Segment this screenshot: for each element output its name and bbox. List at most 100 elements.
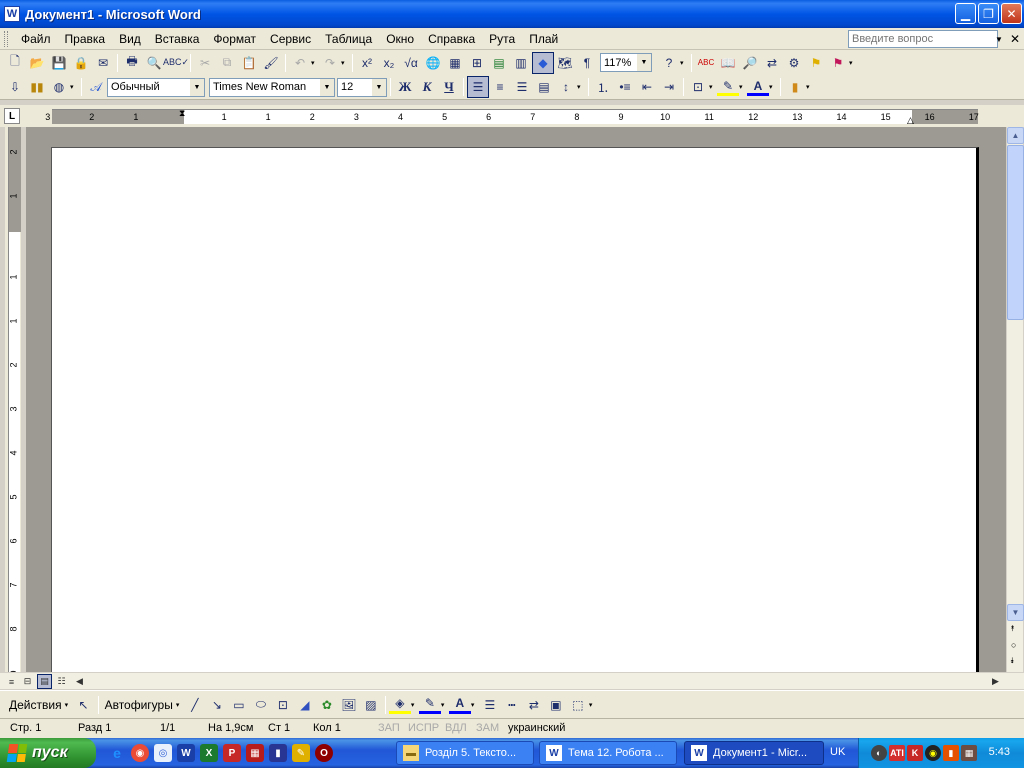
menu-insert[interactable]: Вставка (148, 30, 207, 48)
subscript-icon[interactable]: x₂ (378, 52, 400, 74)
document-page[interactable] (51, 147, 979, 672)
numbering-icon[interactable]: ⒈ (592, 76, 614, 98)
insert-excel-icon[interactable]: ▤ (488, 52, 510, 74)
status-record[interactable]: ЗАП (378, 722, 400, 734)
undo-icon[interactable]: ↶ (289, 52, 311, 74)
menu-ruta[interactable]: Рута (482, 30, 522, 48)
wordart-icon[interactable]: ▮ (784, 76, 806, 98)
styles-pane-icon[interactable]: 𝒜 (85, 76, 107, 98)
scroll-up-icon[interactable]: ▲ (1007, 127, 1024, 144)
find-icon[interactable]: 🔎 (739, 52, 761, 74)
vertical-scroll-thumb[interactable] (1007, 145, 1024, 320)
research-icon[interactable]: 📖 (717, 52, 739, 74)
menu-file[interactable]: Файл (14, 30, 58, 48)
vertical-ruler[interactable]: 211123456789 (5, 127, 21, 676)
document-map-icon[interactable]: 🗺 (554, 52, 576, 74)
shadow-style-icon[interactable]: ▣ (545, 694, 567, 716)
save-icon[interactable]: 💾 (48, 52, 70, 74)
font-color-icon[interactable]: A (747, 78, 769, 96)
text-box-icon[interactable]: ⊡ (272, 694, 294, 716)
print-layout-icon[interactable]: ▤ (37, 674, 52, 689)
menu-grip[interactable] (4, 30, 8, 47)
web-dropdown-icon[interactable]: ▾ (70, 83, 78, 91)
select-objects-icon[interactable]: ↖ (73, 694, 95, 716)
actions-menu[interactable]: Действия (6, 698, 65, 712)
redo-icon[interactable]: ↷ (319, 52, 341, 74)
redo-dropdown-icon[interactable]: ▾ (341, 59, 349, 67)
ie-icon[interactable]: e (108, 744, 126, 762)
align-center-icon[interactable]: ≡ (489, 76, 511, 98)
horizontal-ruler[interactable]: 3 2 1 1 1 2 3 4 5 6 7 8 9 10 11 12 13 14 15 16 17 ⧗ △ (45, 108, 979, 126)
scroll-down-icon[interactable]: ▼ (1007, 604, 1024, 621)
line-icon[interactable]: ╱ (184, 694, 206, 716)
chrome-icon[interactable]: ◉ (131, 744, 149, 762)
scroll-left-icon[interactable]: ◀ (72, 674, 87, 689)
bold-button[interactable]: Ж (394, 76, 416, 98)
translate-icon[interactable]: ⇄ (761, 52, 783, 74)
underline-button[interactable]: Ч (438, 76, 460, 98)
decrease-indent-icon[interactable]: ⇤ (636, 76, 658, 98)
next-page-icon[interactable]: ⯯ (1010, 656, 1015, 666)
minimize-button[interactable]: ▁ (955, 3, 976, 24)
spelling-icon[interactable]: ABC✓ (163, 52, 189, 74)
right-indent-marker-icon[interactable]: △ (907, 115, 914, 126)
actions-dropdown-icon[interactable]: ▾ (65, 701, 73, 709)
menu-help[interactable]: Справка (421, 30, 482, 48)
font-dropdown-icon[interactable]: ▼ (320, 78, 334, 96)
hyperlink-icon[interactable]: 🌐 (422, 52, 444, 74)
line-color-dropdown-icon[interactable]: ▾ (441, 701, 449, 709)
bullets-icon[interactable]: •≡ (614, 76, 636, 98)
ask-dropdown-icon[interactable]: ▼ (992, 30, 1006, 48)
fill-color-icon[interactable]: ◈ (388, 696, 411, 714)
font-size-dropdown-icon[interactable]: ▼ (372, 78, 386, 96)
close-button[interactable]: ✕ (1001, 3, 1022, 24)
menu-view[interactable]: Вид (112, 30, 148, 48)
paste-icon[interactable]: 📋 (238, 52, 260, 74)
new-document-icon[interactable]: 🗋 (4, 52, 26, 74)
font-combo[interactable]: Times New Roman ▼ (209, 77, 335, 97)
maximize-button[interactable]: ❐ (978, 3, 999, 24)
menu-format[interactable]: Формат (206, 30, 263, 48)
antivirus-icon[interactable]: K (907, 745, 923, 761)
clip-art-icon[interactable]: 🖼 (338, 694, 360, 716)
highlight-dropdown-icon[interactable]: ▾ (739, 83, 747, 91)
zoom-combo[interactable]: 117% ▼ (600, 53, 652, 72)
draw-font-color-icon[interactable]: A (448, 696, 471, 714)
scroll-right-icon[interactable]: ▶ (988, 674, 1003, 689)
media-quick-icon[interactable]: ▦ (246, 744, 264, 762)
tool-quick-icon[interactable]: ✎ (292, 744, 310, 762)
word-app-icon[interactable]: W (4, 6, 20, 22)
flag-ua-icon[interactable]: ⚑ (805, 52, 827, 74)
show-hide-icon[interactable]: ¶ (576, 52, 598, 74)
align-left-icon[interactable]: ☰ (467, 76, 489, 98)
opera-quick-icon[interactable]: O (315, 744, 333, 762)
ati-icon[interactable]: ATI (889, 745, 905, 761)
highlight-icon[interactable]: ✎ (717, 78, 739, 96)
open-folder-icon[interactable]: 📂 (26, 52, 48, 74)
status-track-changes[interactable]: ИСПР (408, 722, 439, 734)
normal-view-icon[interactable]: ≡ (4, 674, 19, 689)
format-painter-icon[interactable]: 🖌 (260, 52, 282, 74)
desktop-icon[interactable]: ◎ (154, 744, 172, 762)
excel-quick-icon[interactable]: X (200, 744, 218, 762)
update-icon[interactable]: ▮ (943, 745, 959, 761)
autoshapes-menu[interactable]: Автофигуры (102, 698, 176, 712)
menu-plai[interactable]: Плай (522, 30, 565, 48)
fill-color-dropdown-icon[interactable]: ▾ (411, 701, 419, 709)
start-button[interactable]: пуск (0, 738, 96, 768)
line-color-icon[interactable]: ✎ (418, 696, 441, 714)
research-pane-icon[interactable]: ⇩ (4, 76, 26, 98)
diagram-icon[interactable]: ✿ (316, 694, 338, 716)
task-word-document[interactable]: W Документ1 - Micr... (684, 741, 824, 765)
powerpoint-quick-icon[interactable]: P (223, 744, 241, 762)
task-word-tema[interactable]: W Тема 12. Робота ... (539, 741, 677, 765)
style-combo[interactable]: Обычный ▼ (107, 77, 205, 97)
italic-button[interactable]: К (416, 76, 438, 98)
permission-icon[interactable]: 🔒 (70, 52, 92, 74)
macro-icon[interactable]: ⚙ (783, 52, 805, 74)
library-icon[interactable]: ▮▮ (26, 76, 48, 98)
task-folder[interactable]: ▬ Розділ 5. Тексто... (396, 741, 534, 765)
format-options-icon[interactable]: ▾ (806, 83, 814, 91)
menu-window[interactable]: Окно (379, 30, 421, 48)
network-icon[interactable]: ▦ (961, 745, 977, 761)
